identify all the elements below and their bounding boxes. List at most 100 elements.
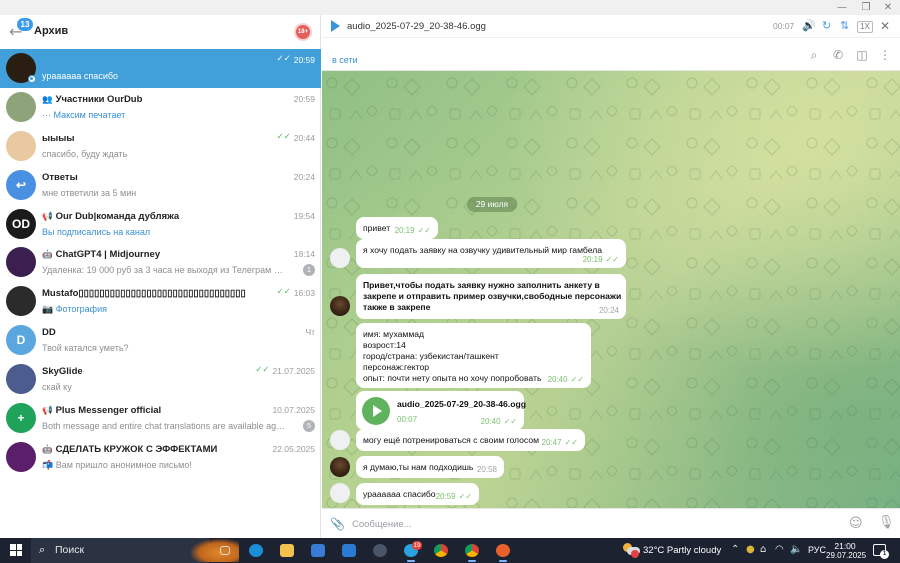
chat-preview: ураааааа спасибо: [42, 71, 119, 81]
message-text: могу ещё потренироваться с своим голосом: [363, 435, 540, 445]
message-text-line: персонаж:гектор: [363, 362, 430, 372]
avatar: [6, 130, 36, 161]
avatar: [6, 286, 36, 317]
chat-preview: Вы подписались на канал: [42, 226, 151, 237]
chat-type-icon: 🤖: [42, 443, 53, 454]
message-time: 20:40: [547, 374, 568, 384]
chat-time: Чт: [305, 327, 315, 338]
avatar[interactable]: [330, 430, 350, 450]
task-view-icon[interactable]: [214, 541, 236, 560]
message-text-line: возрост:14: [363, 340, 406, 350]
edge-icon[interactable]: [245, 541, 267, 560]
voice-message[interactable]: audio_2025-07-29_20-38-46.ogg 00:07 20:4…: [356, 391, 526, 430]
repeat-icon[interactable]: ↻: [822, 19, 831, 33]
maximize-button[interactable]: ❐: [854, 0, 878, 15]
message-bubble[interactable]: ураааааа спасибо 20:59 ✓✓: [356, 483, 479, 505]
tray-app-icon[interactable]: ●: [746, 544, 755, 556]
chat-list-item[interactable]: ↩ Ответы мне ответили за 5 мин 20:24: [0, 166, 321, 205]
taskbar-search[interactable]: ⌕ Поиск: [31, 538, 239, 563]
voice-play-button[interactable]: [362, 397, 390, 425]
unread-count-badge: 1: [303, 264, 315, 277]
message-text-line: закрепе и отправить пример озвучки,свобо…: [363, 291, 622, 301]
chat-preview: спасибо, буду ждать: [42, 148, 128, 159]
message-area[interactable]: 29 июля привет 20:19 ✓✓ я хочу подать зая…: [322, 71, 900, 508]
playback-speed-button[interactable]: 1X: [857, 21, 873, 33]
double-check-icon: ✓✓: [503, 416, 517, 426]
avatar: [6, 91, 36, 122]
message-bubble[interactable]: я думаю,ты нам подходишь 20:58: [356, 456, 504, 478]
archive-title: Архив: [34, 25, 69, 37]
archive-header: ← 13 Архив 18+: [0, 15, 321, 49]
app-icon[interactable]: [369, 541, 391, 560]
volume-icon[interactable]: 🔊: [802, 19, 816, 33]
chat-name: DD: [42, 327, 272, 338]
store-icon[interactable]: [307, 541, 329, 560]
chat-list-item[interactable]: 👥 Участники OurDub ··· Максим печатает 20:5…: [0, 88, 321, 127]
message-text: ураааааа спасибо: [363, 489, 436, 499]
chat-list-item[interactable]: ураааааа спасибо 20:59 ✓✓: [0, 49, 321, 88]
message-input[interactable]: [352, 517, 832, 532]
chat-title: SkyGlide: [42, 366, 83, 378]
chat-preview: 📷 Фотография: [42, 304, 107, 315]
chat-list-item[interactable]: 🤖 ChatGPT4 | Midjourney Удаленка: 19 000 р…: [0, 243, 321, 282]
language-indicator[interactable]: РУС: [808, 545, 826, 555]
chat-list-item[interactable]: 🤖 СДЕЛАТЬ КРУЖОК С ЭФФЕКТАМИ 📬 Вам пришло …: [0, 438, 321, 477]
chat-list-item[interactable]: SkyGlide скай ку 21.07.2025 ✓✓: [0, 360, 321, 399]
windows-start-icon[interactable]: [10, 544, 22, 556]
chat-list-panel: ← 13 Архив 18+ ураааааа спасибо 20:59 ✓✓ 👥 У…: [0, 15, 321, 538]
chat-time: 20:59: [293, 93, 315, 104]
chat-preview: мне ответили за 5 мин: [42, 187, 137, 198]
message-bubble[interactable]: Привет,чтобы подать заявку нужно заполни…: [356, 274, 626, 319]
minimize-button[interactable]: —: [830, 0, 854, 15]
chat-list-item[interactable]: OD 📢 Our Dub|команда дубляжа Вы подписались…: [0, 205, 321, 244]
play-icon[interactable]: [331, 20, 340, 32]
player-track-name[interactable]: audio_2025-07-29_20-38-46.ogg: [347, 21, 486, 32]
message-bubble[interactable]: я хочу подать заявку на озвучку удивител…: [356, 239, 626, 268]
sidebar-toggle-icon[interactable]: ◫: [855, 48, 869, 62]
adult-folder-icon[interactable]: 18+: [294, 23, 312, 41]
chat-list-item[interactable]: Mustafo▯▯▯▯▯▯▯▯▯▯▯▯▯▯▯▯▯▯▯▯▯▯▯▯▯▯▯▯▯▯▯▯ 📷…: [0, 282, 321, 321]
file-explorer-icon[interactable]: [276, 541, 298, 560]
paperclip-icon[interactable]: 📎: [330, 517, 345, 531]
avatar[interactable]: [330, 296, 350, 316]
close-window-button[interactable]: ✕: [876, 0, 900, 15]
clock-time[interactable]: 21:00: [829, 541, 861, 551]
message-text: привет: [363, 223, 391, 233]
double-check-icon: ✓✓: [276, 287, 291, 298]
avatar[interactable]: [330, 457, 350, 477]
chat-list-item[interactable]: D DD Твой катался уметь? Чт: [0, 321, 321, 360]
telegram-taskbar-icon[interactable]: 19: [400, 541, 422, 562]
chat-list-item[interactable]: ыыыы спасибо, буду ждать 20:44 ✓✓: [0, 127, 321, 166]
mail-icon[interactable]: [338, 541, 360, 560]
network-icon[interactable]: ⌂: [760, 544, 766, 556]
wifi-icon[interactable]: ◠: [775, 544, 784, 556]
recorder-icon[interactable]: [492, 541, 514, 562]
avatar: +: [6, 403, 36, 434]
close-player-icon[interactable]: ✕: [880, 19, 890, 33]
message-time: 20:24: [598, 305, 619, 315]
chat-time: 10.07.2025: [272, 405, 315, 416]
windows-taskbar: ⌕ Поиск 19 32°C Partly cloudy ⌃ ● ⌂ ◠ 🔈 …: [0, 538, 900, 563]
more-options-icon[interactable]: ⋮: [878, 48, 892, 62]
chat-list-item[interactable]: + 📢 Plus Messenger official Both message an…: [0, 399, 321, 438]
volume-icon[interactable]: 🔈: [790, 544, 802, 556]
order-icon[interactable]: ⇅: [840, 19, 849, 33]
phone-icon[interactable]: ✆: [831, 48, 845, 62]
chat-name: Ответы: [42, 172, 272, 183]
emoji-icon[interactable]: ☺: [849, 516, 863, 531]
clock-date[interactable]: 29.07.2025: [826, 551, 866, 560]
message-bubble[interactable]: могу ещё потренироваться с своим голосом…: [356, 429, 585, 451]
search-icon[interactable]: ⌕: [807, 48, 821, 62]
search-icon: ⌕: [39, 543, 46, 556]
message-bubble[interactable]: имя: мухаммад возрост:14 город/страна: у…: [356, 323, 591, 388]
avatar[interactable]: [330, 248, 350, 268]
chat-preview: Удаленка: 19 000 руб за 3 часа не выходя…: [42, 265, 287, 276]
avatar[interactable]: [330, 483, 350, 503]
chevron-up-icon[interactable]: ⌃: [731, 544, 739, 556]
weather-text[interactable]: 32°C Partly cloudy: [643, 545, 721, 556]
chrome-profile-icon[interactable]: [461, 541, 483, 562]
microphone-icon[interactable]: 🎙: [878, 515, 895, 530]
chrome-icon[interactable]: [430, 541, 452, 560]
chat-type-icon: 📢: [42, 405, 53, 416]
message-bubble[interactable]: привет 20:19 ✓✓: [356, 217, 438, 239]
